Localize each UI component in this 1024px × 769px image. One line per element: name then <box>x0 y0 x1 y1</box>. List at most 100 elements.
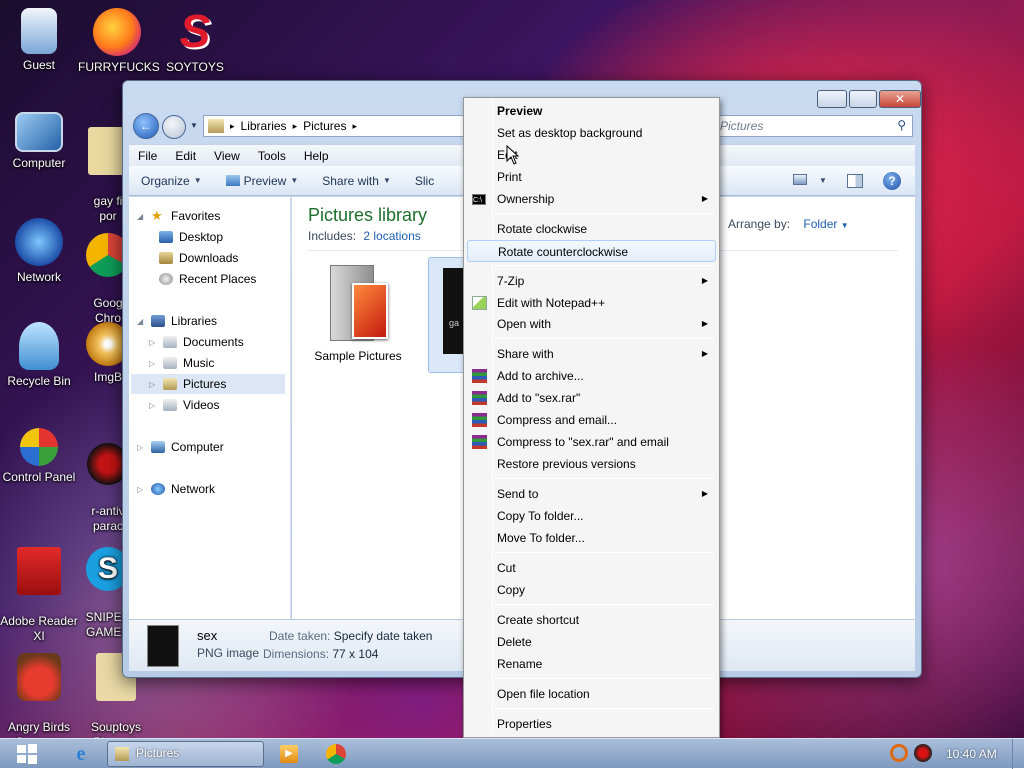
recent-pages-dropdown[interactable]: ▼ <box>190 121 198 130</box>
nav-videos[interactable]: ▷ Videos <box>149 398 219 412</box>
date-taken-value[interactable]: Specify date taken <box>334 629 433 643</box>
desktop-icon-computer[interactable]: Computer <box>0 112 78 171</box>
details-file-type: PNG image <box>197 646 260 660</box>
winrar-icon <box>472 391 487 405</box>
menu-item-edit[interactable]: Edit <box>467 144 716 166</box>
menu-item-copy-to-folder[interactable]: Copy To folder... <box>467 505 716 527</box>
nav-network[interactable]: ▷ Network <box>137 482 215 496</box>
desktop-icon-recycle-bin[interactable]: Recycle Bin <box>0 322 78 389</box>
menu-item-open-with[interactable]: Open with ▶ <box>467 313 716 335</box>
organize-button[interactable]: Organize ▼ <box>129 174 214 188</box>
menu-item-delete[interactable]: Delete <box>467 631 716 653</box>
preview-pane-icon[interactable] <box>847 174 863 188</box>
start-button[interactable] <box>10 742 46 766</box>
menu-item-edit-notepadpp[interactable]: Edit with Notepad++ <box>467 292 716 314</box>
menu-item-preview[interactable]: Preview <box>467 100 716 122</box>
menu-item-send-to[interactable]: Send to ▶ <box>467 483 716 505</box>
chevron-down-icon: ▼ <box>382 176 391 185</box>
nav-recent-places[interactable]: Recent Places <box>159 272 256 286</box>
menu-item-rotate-clockwise[interactable]: Rotate clockwise <box>467 218 716 240</box>
maximize-button[interactable] <box>849 90 877 108</box>
menu-item-compress-and-email[interactable]: Compress and email... <box>467 409 716 431</box>
navigation-pane: ◢ ★ Favorites Desktop Downloads Recent Pla… <box>129 197 291 619</box>
back-button[interactable]: ← <box>133 113 159 139</box>
breadcrumb-pictures[interactable]: Pictures <box>303 119 346 133</box>
tray-app-icon[interactable] <box>914 744 932 762</box>
libraries-icon <box>151 315 165 327</box>
desktop-icon-control-panel[interactable]: Control Panel <box>0 428 78 485</box>
menu-item-copy[interactable]: Copy <box>467 579 716 601</box>
menu-item-add-to-rar[interactable]: Add to "sex.rar" <box>467 387 716 409</box>
menu-item-print[interactable]: Print <box>467 166 716 188</box>
desktop-folder-icon <box>159 231 173 243</box>
preview-button[interactable]: Preview ▼ <box>214 174 311 188</box>
library-includes: Includes: 2 locations <box>308 229 421 243</box>
expand-arrow-icon: ◢ <box>137 316 144 326</box>
close-button[interactable]: ✕ <box>879 90 921 108</box>
desktop-icon-soytoys[interactable]: S SOYTOYS <box>156 8 234 75</box>
nav-downloads[interactable]: Downloads <box>159 251 238 265</box>
winrar-icon <box>472 413 487 427</box>
menu-item-properties[interactable]: Properties <box>467 713 716 735</box>
forward-button[interactable] <box>162 115 186 139</box>
nav-pictures[interactable]: ▷ Pictures <box>131 374 285 394</box>
nav-music[interactable]: ▷ Music <box>149 356 214 370</box>
nav-libraries[interactable]: ◢ Libraries <box>137 314 217 328</box>
menu-item-restore-previous-versions[interactable]: Restore previous versions <box>467 453 716 475</box>
nav-desktop[interactable]: Desktop <box>159 230 223 244</box>
menu-item-set-desktop-background[interactable]: Set as desktop background <box>467 122 716 144</box>
context-menu: Preview Set as desktop background Edit P… <box>463 97 720 738</box>
taskbar-internet-explorer[interactable]: e <box>70 743 92 765</box>
documents-icon <box>163 336 177 348</box>
menu-item-move-to-folder[interactable]: Move To folder... <box>467 527 716 549</box>
firefox-icon <box>93 8 141 56</box>
menu-file[interactable]: File <box>129 149 166 163</box>
menu-help[interactable]: Help <box>295 149 338 163</box>
desktop-icon-firefox[interactable]: FURRYFUCKS <box>78 8 160 75</box>
minimize-button[interactable] <box>817 90 847 108</box>
menu-item-open-file-location[interactable]: Open file location <box>467 683 716 705</box>
menu-item-add-to-archive[interactable]: Add to archive... <box>467 365 716 387</box>
nav-computer[interactable]: ▷ Computer <box>137 440 224 454</box>
menu-item-7zip[interactable]: 7-Zip ▶ <box>467 270 716 292</box>
nav-favorites[interactable]: ◢ ★ Favorites <box>137 209 220 223</box>
taskbar-explorer-pictures[interactable]: Pictures <box>107 741 264 767</box>
view-dropdown-icon[interactable]: ▼ <box>819 176 827 185</box>
taskbar-chrome[interactable] <box>326 744 346 764</box>
breadcrumb-libraries[interactable]: Libraries <box>241 119 287 133</box>
view-options-icon[interactable] <box>793 174 807 185</box>
menu-item-rename[interactable]: Rename <box>467 653 716 675</box>
menu-item-share-with[interactable]: Share with ▶ <box>467 343 716 365</box>
menu-edit[interactable]: Edit <box>166 149 205 163</box>
slideshow-button[interactable]: Slic <box>403 174 446 188</box>
close-icon: ✕ <box>894 92 906 106</box>
search-input[interactable]: Pictures ⚲ <box>713 115 913 137</box>
user-icon <box>21 8 57 54</box>
file-item-selected[interactable]: ga <box>428 257 469 373</box>
menu-item-ownership[interactable]: C:\ Ownership ▶ <box>467 188 716 210</box>
menu-view[interactable]: View <box>205 149 249 163</box>
help-icon[interactable]: ? <box>883 172 901 190</box>
menu-item-create-shortcut[interactable]: Create shortcut <box>467 609 716 631</box>
videos-icon <box>163 399 177 411</box>
nav-documents[interactable]: ▷ Documents <box>149 335 244 349</box>
menu-item-compress-rar-email[interactable]: Compress to "sex.rar" and email <box>467 431 716 453</box>
show-desktop-button[interactable] <box>1012 739 1024 769</box>
arrange-by-dropdown[interactable]: Folder ▼ <box>803 217 848 231</box>
folder-icon <box>324 261 392 341</box>
tray-search-icon[interactable] <box>890 744 908 762</box>
desktop-icon-network[interactable]: Network <box>0 218 78 285</box>
menu-item-rotate-counterclockwise[interactable]: Rotate counterclockwise <box>467 240 716 262</box>
desktop-icon-angry-birds[interactable]: Angry Birds Seasons <box>0 638 78 740</box>
taskbar-media-player[interactable]: ▶ <box>280 745 298 763</box>
clock[interactable]: 10:40 AM <box>946 747 997 761</box>
desktop-icon-guest[interactable]: Guest <box>0 8 78 73</box>
share-with-button[interactable]: Share with ▼ <box>310 174 403 188</box>
winrar-icon <box>472 435 487 449</box>
folder-item-sample-pictures[interactable]: Sample Pictures <box>308 261 408 371</box>
menu-item-cut[interactable]: Cut <box>467 557 716 579</box>
details-thumbnail <box>147 625 179 667</box>
locations-link[interactable]: 2 locations <box>363 229 420 243</box>
menu-tools[interactable]: Tools <box>249 149 295 163</box>
network-icon <box>151 483 165 495</box>
